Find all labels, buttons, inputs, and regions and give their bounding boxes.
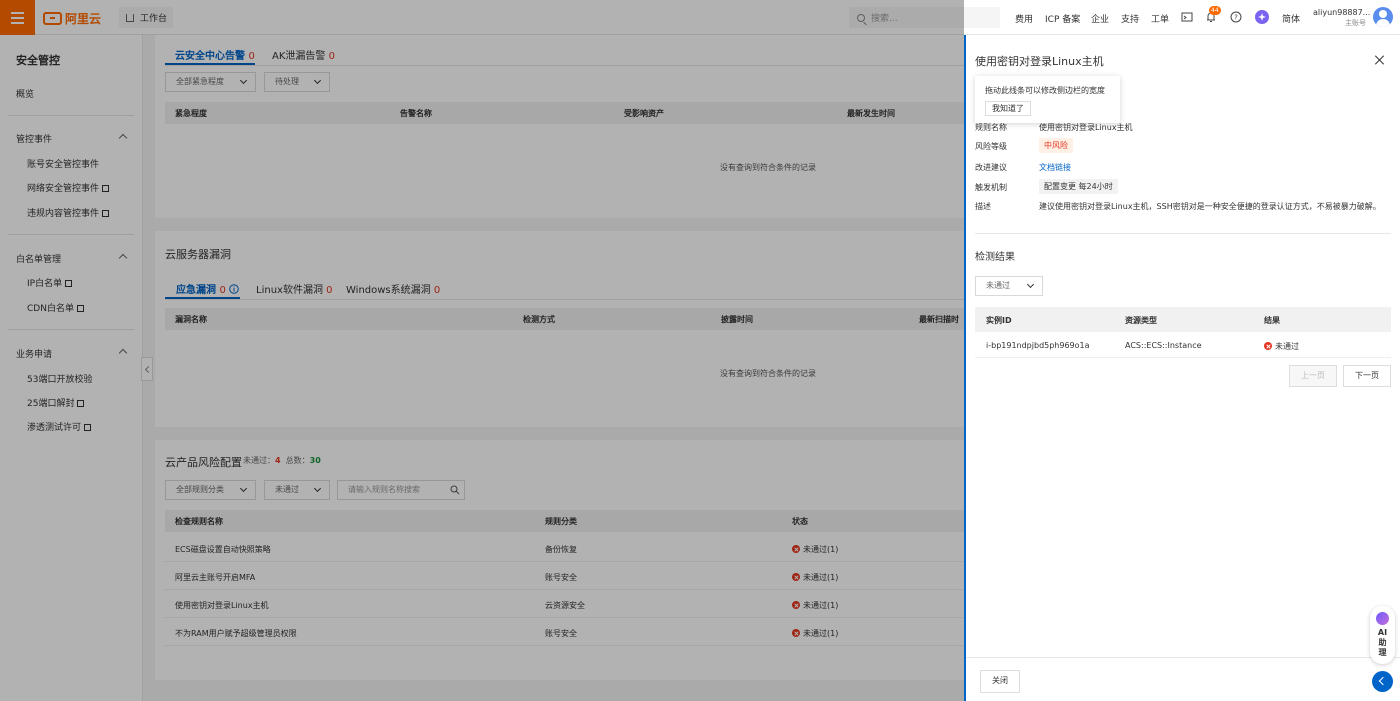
message-icon[interactable] [1181,11,1193,23]
ai-star-icon[interactable] [1255,10,1269,24]
result-table-header: 实例ID 资源类型 结果 [975,307,1391,332]
mask-overlay-top[interactable] [0,0,964,35]
col-result: 结果 [1264,316,1280,325]
prev-page-button[interactable]: 上一页 [1289,365,1337,387]
desc-value: 建议使用密钥对登录Linux主机，SSH密钥对是一种安全便捷的登录认证方式，不易… [1039,202,1381,211]
nav-link-billing[interactable]: 费用 [1015,12,1033,25]
next-page-button[interactable]: 下一页 [1343,365,1391,387]
chevron-left-icon[interactable] [1372,671,1393,692]
help-icon[interactable]: ? [1230,11,1242,23]
rule-detail-drawer: 使用密钥对登录Linux主机 拖动此线条可以修改侧边栏的宽度 我知道了 规则名称… [964,35,1400,701]
instance-id[interactable]: i-bp191ndpjbd5ph969o1a [986,341,1090,350]
nav-link-ticket[interactable]: 工单 [1151,12,1169,25]
nav-link-support[interactable]: 支持 [1121,12,1139,25]
svg-text:?: ? [1234,14,1238,22]
ai-label: AI [1377,628,1388,637]
rule-name-value: 使用密钥对登录Linux主机 [1039,123,1133,132]
table-row: i-bp191ndpjbd5ph969o1a ACS::ECS::Instanc… [975,332,1391,358]
nav-link-enterprise[interactable]: 企业 [1091,12,1109,25]
notification-badge: 44 [1209,6,1221,15]
trigger-label: 触发机制 [975,183,1007,192]
mask-overlay[interactable] [0,35,964,701]
user-name: aliyun98887... [1313,8,1371,17]
trigger-badge: 配置变更 每24小时 [1039,179,1118,194]
resource-type: ACS::ECS::Instance [1125,341,1202,350]
user-role: 主账号 [1345,19,1366,27]
ai-assistant-button[interactable]: AI 助 理 [1370,606,1395,664]
ai-label: 助 [1378,638,1387,647]
user-menu[interactable]: aliyun98887... 主账号 [1313,7,1370,29]
doc-link[interactable]: 文档链接 [1039,162,1071,173]
tooltip-text: 拖动此线条可以修改侧边栏的宽度 [985,86,1105,95]
col-resource-type: 资源类型 [1125,316,1157,325]
section-divider [975,233,1391,234]
nav-link-icp[interactable]: ICP 备案 [1045,12,1080,25]
result-filter-select[interactable]: 未通过 [975,276,1043,296]
close-icon[interactable] [1375,55,1385,65]
ai-label: 理 [1378,648,1387,657]
language-switch[interactable]: 简体 [1282,12,1300,25]
col-instance-id: 实例ID [986,316,1012,325]
ai-star-icon [1376,612,1389,625]
suggestion-label: 改进建议 [975,163,1007,172]
select-value: 未通过 [986,281,1010,290]
avatar[interactable] [1373,7,1393,27]
close-button[interactable]: 关闭 [980,670,1020,693]
resize-tooltip: 拖动此线条可以修改侧边栏的宽度 我知道了 [975,76,1120,123]
tooltip-ok-button[interactable]: 我知道了 [985,101,1031,116]
fail-icon [1264,342,1272,350]
desc-label: 描述 [975,202,991,211]
drawer-title: 使用密钥对登录Linux主机 [975,55,1104,68]
risk-level-label: 风险等级 [975,142,1007,151]
rule-name-label: 规则名称 [975,123,1007,132]
footer-divider [966,657,1400,658]
chevron-down-icon [1026,280,1035,289]
result-title: 检测结果 [975,252,1015,263]
risk-level-badge: 中风险 [1039,138,1073,153]
result-status: 未通过 [1275,342,1299,351]
